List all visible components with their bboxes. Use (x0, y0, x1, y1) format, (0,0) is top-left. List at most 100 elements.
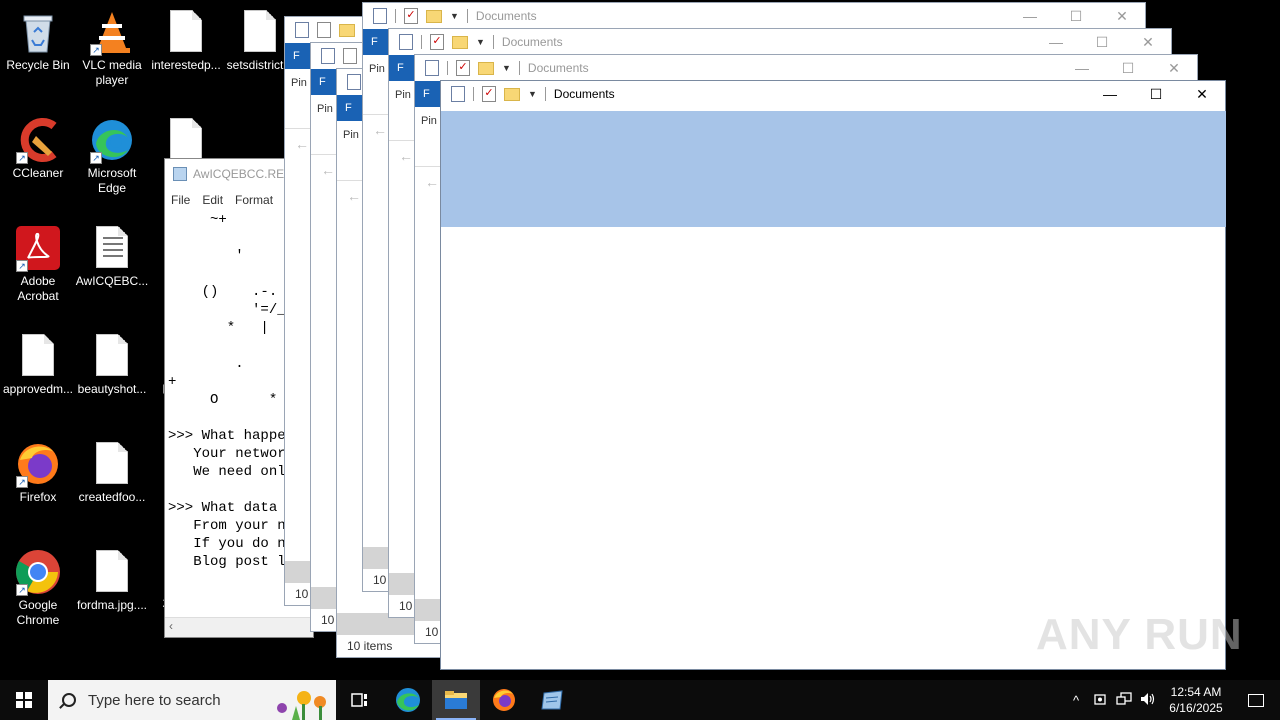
folder-icon[interactable] (478, 61, 494, 75)
vlc-icon: ↗ (88, 8, 136, 56)
notification-icon (1248, 693, 1264, 707)
show-hidden-icons-chevron-icon[interactable]: ^ (1064, 693, 1088, 708)
explorer-titlebar[interactable]: ✓ ▼ Documents — ☐ ✕ (441, 81, 1225, 107)
checkmark-icon[interactable] (343, 48, 357, 64)
desktop-icon-file[interactable]: interestedp... (148, 8, 224, 73)
checkmark-icon[interactable]: ✓ (456, 60, 470, 76)
properties-icon[interactable] (399, 34, 413, 50)
checkmark-icon[interactable]: ✓ (482, 86, 496, 102)
taskbar-notepad[interactable] (528, 680, 576, 720)
explorer-titlebar[interactable]: ✓ ▼ Documents — ☐ ✕ (389, 29, 1171, 55)
folder-icon[interactable] (339, 23, 355, 37)
clock[interactable]: 12:54 AM 6/16/2025 (1160, 684, 1232, 716)
start-button[interactable] (0, 680, 48, 720)
maximize-button[interactable]: ☐ (1133, 81, 1179, 107)
properties-icon[interactable] (347, 74, 361, 90)
window-title: Documents (527, 61, 589, 75)
separator (473, 87, 474, 101)
file-icon (236, 8, 284, 56)
chevron-down-icon[interactable]: ▼ (502, 63, 511, 73)
scroll-left-icon[interactable]: ‹ (169, 619, 173, 633)
desktop-icon-chrome[interactable]: ↗ Google Chrome (0, 548, 76, 628)
desktop-icon-label: CCleaner (12, 166, 64, 180)
desktop-icon-recycle-bin[interactable]: Recycle Bin (0, 8, 76, 73)
properties-icon[interactable] (373, 8, 387, 24)
text-file-icon (88, 224, 136, 272)
maximize-button[interactable]: ☐ (1053, 3, 1099, 29)
desktop-icon-label: Adobe Acrobat (17, 274, 59, 303)
close-button[interactable]: ✕ (1099, 3, 1145, 29)
folder-icon[interactable] (452, 35, 468, 49)
properties-icon[interactable] (321, 48, 335, 64)
shortcut-arrow-icon: ↗ (16, 476, 28, 488)
explorer-window-active[interactable]: ✓ ▼ Documents — ☐ ✕ (440, 80, 1226, 670)
properties-icon[interactable] (425, 60, 439, 76)
selection-highlight (441, 111, 1226, 227)
search-box[interactable]: Type here to search (48, 680, 336, 720)
meet-now-icon[interactable] (1088, 692, 1112, 709)
watermark: ANY RUN (1036, 610, 1243, 659)
notification-center-button[interactable] (1232, 693, 1280, 707)
chevron-down-icon[interactable]: ▼ (450, 11, 459, 21)
file-icon (88, 548, 136, 596)
desktop-icon-vlc[interactable]: ↗ VLC media player (74, 8, 150, 88)
explorer-titlebar[interactable]: ✓ ▼ Documents — ☐ ✕ (415, 55, 1197, 81)
volume-icon[interactable] (1136, 692, 1160, 709)
checkmark-icon[interactable]: ✓ (404, 8, 418, 24)
taskbar-firefox[interactable] (480, 680, 528, 720)
pin-label: Pin (343, 129, 359, 141)
properties-icon[interactable] (451, 86, 465, 102)
minimize-button[interactable]: — (1007, 3, 1053, 29)
task-view-button[interactable] (336, 680, 384, 720)
folder-icon (445, 691, 467, 709)
menu-edit[interactable]: Edit (202, 193, 223, 207)
desktop-icon-acrobat[interactable]: ↗ Adobe Acrobat (0, 224, 76, 304)
maximize-button[interactable]: ☐ (1079, 29, 1125, 55)
close-button[interactable]: ✕ (1125, 29, 1171, 55)
minimize-button[interactable]: — (1087, 81, 1133, 107)
taskbar-file-explorer[interactable] (432, 680, 480, 720)
window-controls: — ☐ ✕ (1007, 3, 1145, 29)
folder-icon[interactable] (426, 9, 442, 23)
desktop-icon-label: Recycle Bin (6, 58, 70, 72)
checkmark-icon[interactable]: ✓ (430, 34, 444, 50)
taskbar: Type here to search ^ 12:54 AM 6/16/2025 (0, 680, 1280, 720)
recycle-bin-icon (14, 8, 62, 56)
desktop-icon-label: interestedp... (151, 58, 221, 72)
taskbar-edge[interactable] (384, 680, 432, 720)
chevron-down-icon[interactable]: ▼ (476, 37, 485, 47)
separator (395, 9, 396, 23)
explorer-titlebar[interactable]: ✓ ▼ Documents — ☐ ✕ (363, 3, 1145, 29)
desktop-icon-edge[interactable]: ↗ Microsoft Edge (74, 116, 150, 196)
desktop-icon-ccleaner[interactable]: ↗ CCleaner (0, 116, 76, 181)
search-icon (62, 693, 76, 707)
menu-format[interactable]: Format (235, 193, 273, 207)
shortcut-arrow-icon: ↗ (16, 152, 28, 164)
minimize-button[interactable]: — (1033, 29, 1079, 55)
desktop-icon-firefox[interactable]: ↗ Firefox (0, 440, 76, 505)
desktop-icon-label: Microsoft Edge (87, 166, 137, 195)
file-icon (88, 332, 136, 380)
file-icon (162, 8, 210, 56)
window-title: Documents (553, 87, 615, 101)
properties-icon[interactable] (295, 22, 309, 38)
clock-date: 6/16/2025 (1169, 701, 1223, 715)
flowers-icon (277, 691, 326, 720)
network-icon[interactable] (1112, 691, 1136, 709)
shortcut-arrow-icon: ↗ (16, 584, 28, 596)
maximize-button[interactable]: ☐ (1105, 55, 1151, 81)
edge-icon: ↗ (88, 116, 136, 164)
folder-icon[interactable] (504, 87, 520, 101)
close-button[interactable]: ✕ (1151, 55, 1197, 81)
clock-time: 12:54 AM (1170, 685, 1222, 699)
close-button[interactable]: ✕ (1179, 81, 1225, 107)
search-placeholder: Type here to search (88, 691, 221, 709)
desktop: Recycle Bin ↗ CCleaner ↗ Adobe Acrobat a… (0, 0, 1280, 680)
minimize-button[interactable]: — (1059, 55, 1105, 81)
pin-label: Pin (291, 77, 307, 89)
menu-file[interactable]: File (171, 193, 190, 207)
chevron-down-icon[interactable]: ▼ (528, 89, 537, 99)
desktop-icon-file[interactable]: approvedm... (0, 332, 76, 397)
checkmark-icon[interactable] (317, 22, 331, 38)
horizontal-scrollbar[interactable]: ‹ (165, 617, 313, 637)
